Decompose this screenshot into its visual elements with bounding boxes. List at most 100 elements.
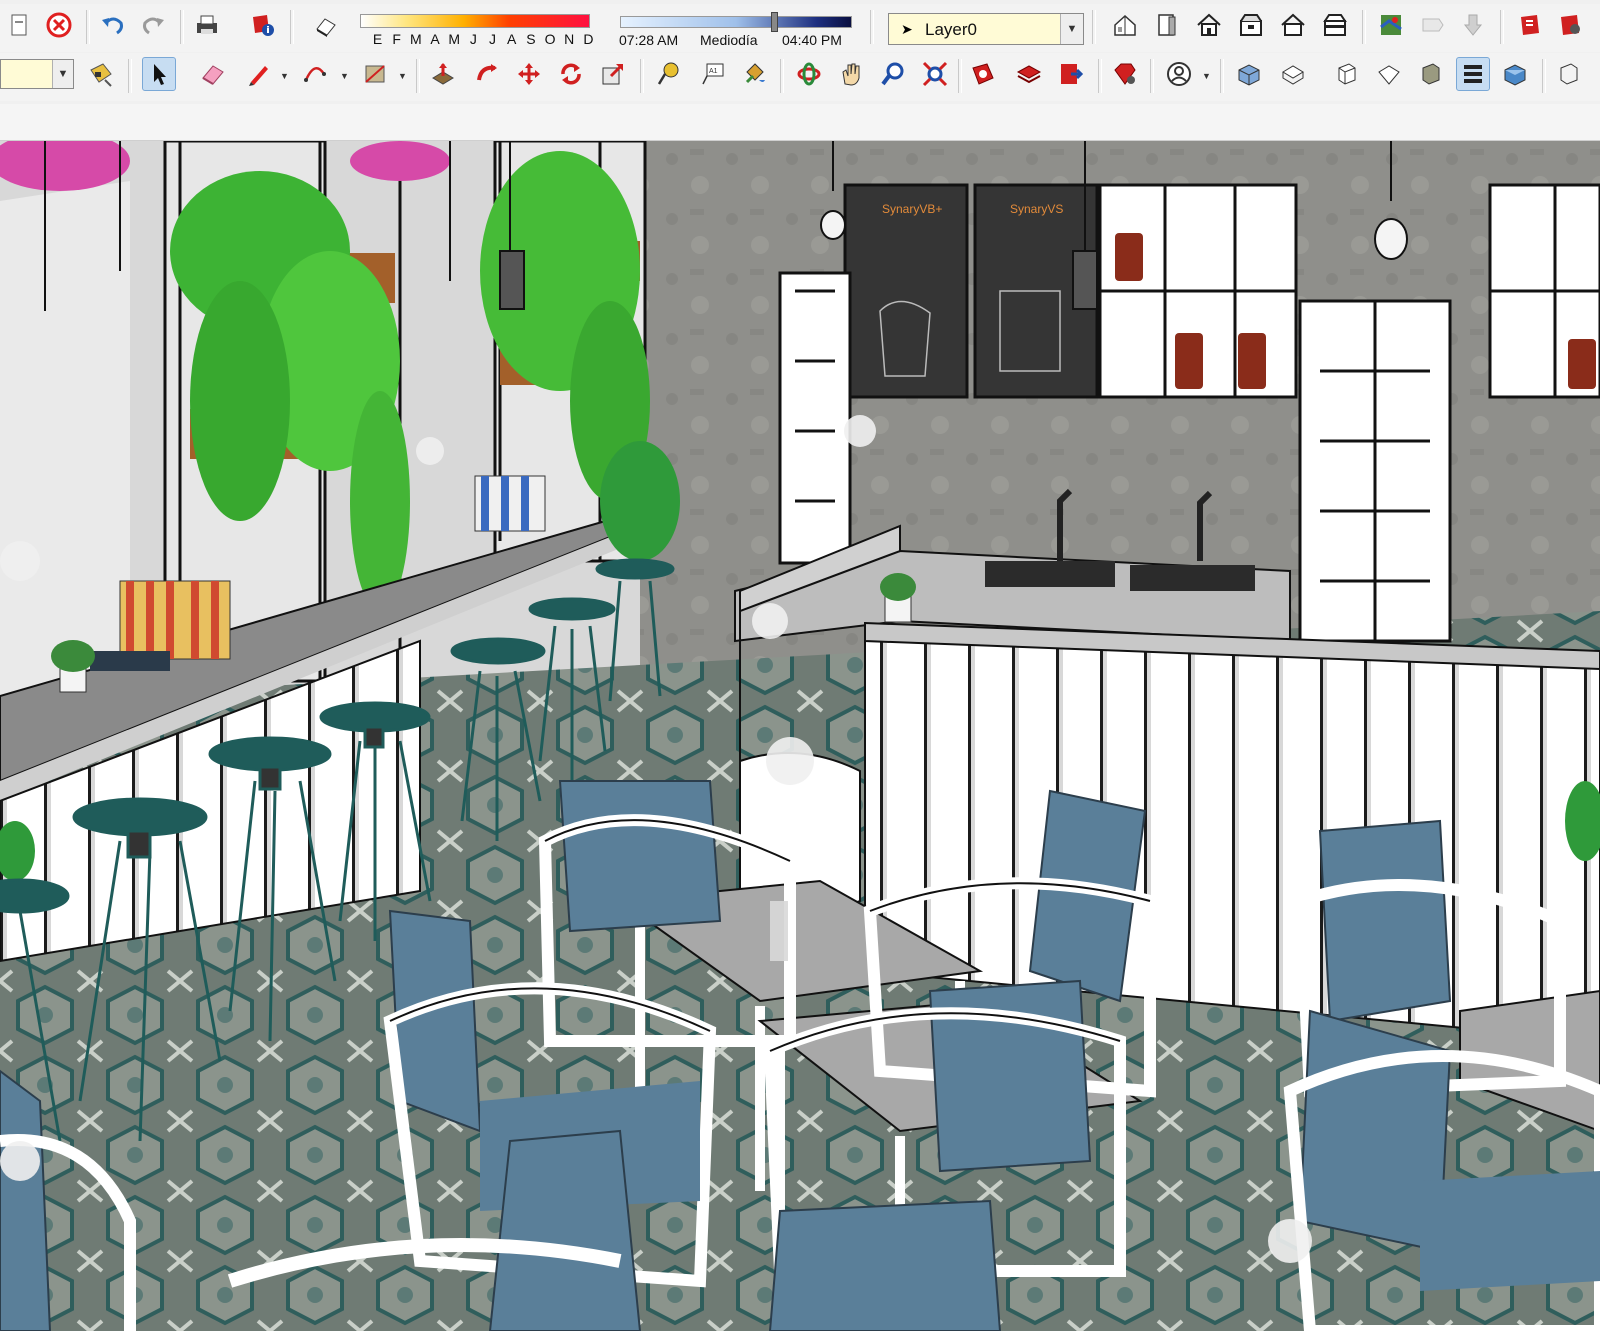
scene-drawing: SynaryVB+ SynaryVS: [0, 141, 1600, 1331]
toolbar-separator: [1542, 59, 1546, 93]
toolbar-separator: [958, 59, 962, 93]
toolbar-separator: [1220, 59, 1224, 93]
zoom-extents-icon[interactable]: [918, 57, 952, 91]
scale-icon[interactable]: [596, 57, 630, 91]
account-icon[interactable]: [1162, 57, 1196, 91]
text-icon[interactable]: A1: [696, 57, 730, 91]
eraser-icon[interactable]: [196, 57, 230, 91]
style-select[interactable]: ▼: [0, 59, 74, 89]
paint-bucket-icon[interactable]: [738, 57, 772, 91]
front-view-icon[interactable]: [1330, 57, 1364, 91]
shadows-icon[interactable]: [308, 8, 342, 42]
shadow-date-slider[interactable]: [360, 14, 590, 28]
svg-text:A1: A1: [709, 68, 718, 75]
back-view-icon[interactable]: [1414, 57, 1448, 91]
toolbar-separator: [780, 59, 784, 93]
toolbar-separator: [870, 10, 874, 44]
geo-location-icon[interactable]: [1374, 8, 1408, 42]
chevron-down-icon[interactable]: ▼: [52, 60, 73, 88]
toolbar-separator: [1092, 10, 1096, 44]
home-icon[interactable]: [1192, 8, 1226, 42]
render-material-icon[interactable]: [1012, 57, 1046, 91]
poster-left-title: SynaryVB+: [882, 202, 942, 216]
right-view-icon[interactable]: [1318, 8, 1352, 42]
select-icon[interactable]: [142, 57, 176, 91]
month-label: J: [489, 31, 497, 47]
print-icon[interactable]: [190, 8, 224, 42]
zoom-icon[interactable]: [876, 57, 910, 91]
time-start-label: 07:28 AM: [619, 32, 679, 48]
shadow-time-slider[interactable]: [620, 16, 852, 28]
toolbar-separator: [290, 10, 294, 44]
toolbar-separator: [1150, 59, 1154, 93]
model-viewport[interactable]: SynaryVB+ SynaryVS: [0, 141, 1600, 1331]
tape-measure-icon[interactable]: [652, 57, 686, 91]
poster-right-title: SynaryVS: [1010, 202, 1063, 216]
time-mid-label: Mediodía: [700, 32, 758, 48]
orbit-icon[interactable]: [792, 57, 826, 91]
toolbar-row-2: ▼ ▼ ▼ ▼ A1 ▼: [0, 53, 1600, 101]
month-label: F: [392, 31, 401, 47]
month-label: A: [430, 31, 440, 47]
layer-select[interactable]: ➤ Layer0 ▼: [888, 13, 1084, 45]
month-label: A: [507, 31, 517, 47]
push-pull-icon[interactable]: [426, 57, 460, 91]
toolbar-separator: [1362, 10, 1366, 44]
month-label: D: [583, 31, 594, 47]
bar-counter: [864, 631, 1600, 1043]
month-label: J: [469, 31, 477, 47]
rectangle-dropdown-icon[interactable]: ▼: [398, 71, 407, 81]
top-view-icon[interactable]: [1234, 8, 1268, 42]
account-dropdown-icon[interactable]: ▼: [1202, 71, 1211, 81]
new-file-icon[interactable]: [2, 8, 36, 42]
ruby-icon[interactable]: [1108, 57, 1142, 91]
move-icon[interactable]: [512, 57, 546, 91]
month-label: O: [544, 31, 556, 47]
render-2-icon[interactable]: [1554, 8, 1588, 42]
render-icon[interactable]: [1514, 8, 1548, 42]
toolbar-separator: [1098, 59, 1102, 93]
poster-left: SynaryVB+: [843, 183, 969, 399]
arc-icon[interactable]: [298, 57, 332, 91]
toolbar-separator: [128, 59, 132, 93]
pan-icon[interactable]: [834, 57, 868, 91]
right-view-icon[interactable]: [1372, 57, 1406, 91]
back-view-icon[interactable]: [1276, 8, 1310, 42]
model-info-icon[interactable]: [246, 8, 280, 42]
photo-texture-icon[interactable]: [1416, 8, 1450, 42]
toolbar-separator: [1500, 10, 1504, 44]
xray-icon[interactable]: [1498, 57, 1532, 91]
glass-door-left: [778, 271, 852, 565]
month-label: N: [564, 31, 575, 47]
toolbar-separator: [416, 59, 420, 93]
shadow-time-thumb[interactable]: [771, 12, 778, 32]
month-label: S: [526, 31, 536, 47]
rectangle-icon[interactable]: [358, 57, 392, 91]
toolbar-row-1: E F M A M J J A S O N D 07:28 AM Mediodí…: [0, 4, 1600, 52]
house-iso-icon[interactable]: [1108, 8, 1142, 42]
top-view-icon[interactable]: [1276, 57, 1310, 91]
follow-me-icon[interactable]: [470, 57, 504, 91]
undo-icon[interactable]: [96, 8, 130, 42]
style-icon[interactable]: [84, 57, 118, 91]
left-view-icon[interactable]: [1456, 57, 1490, 91]
time-end-label: 04:40 PM: [782, 32, 842, 48]
toolbar-separator: [640, 59, 644, 93]
iso-view-icon[interactable]: [1232, 57, 1266, 91]
rotate-icon[interactable]: [554, 57, 588, 91]
redo-icon[interactable]: [136, 8, 170, 42]
render-icon[interactable]: [966, 57, 1000, 91]
render-output-icon[interactable]: [1054, 57, 1088, 91]
month-label: M: [448, 31, 461, 47]
layer-select-value: Layer0: [925, 20, 977, 39]
preview-location-icon[interactable]: [1456, 8, 1490, 42]
chevron-down-icon[interactable]: ▼: [1060, 14, 1083, 44]
shadow-months-scale: E F M A M J J A S O N D: [368, 31, 598, 47]
toolbar-separator: [180, 10, 184, 44]
pencil-icon[interactable]: [242, 57, 276, 91]
pencil-dropdown-icon[interactable]: ▼: [280, 71, 289, 81]
front-view-icon[interactable]: [1150, 8, 1184, 42]
arc-dropdown-icon[interactable]: ▼: [340, 71, 349, 81]
stop-icon[interactable]: [42, 8, 76, 42]
wireframe-icon[interactable]: [1552, 57, 1586, 91]
